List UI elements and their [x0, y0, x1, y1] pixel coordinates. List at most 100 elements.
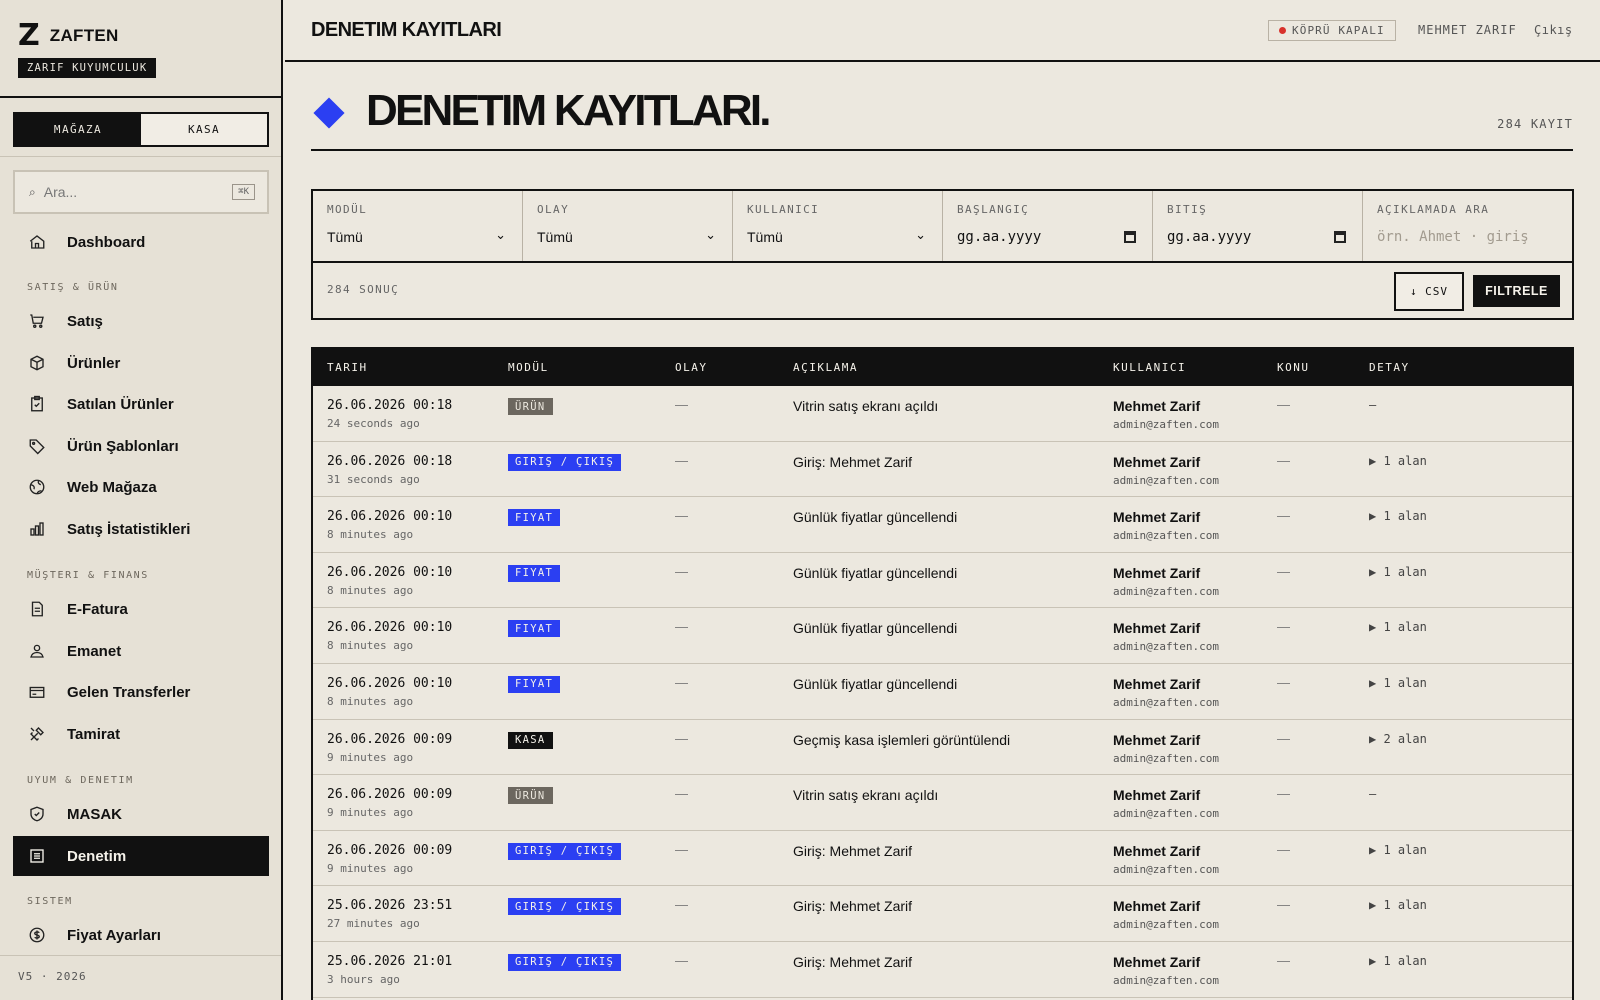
row-relative-time: 9 minutes ago: [327, 806, 414, 820]
column-header-description[interactable]: AÇIKLAMA: [793, 361, 858, 374]
user-filter[interactable]: KULLANICI Tümü ⌄: [733, 191, 943, 261]
row-user-name: Mehmet Zarif: [1113, 509, 1201, 526]
module-badge: FIYAT: [508, 509, 561, 527]
row-description: Günlük fiyatlar güncellendi: [793, 509, 958, 526]
search-input[interactable]: Ara...: [44, 184, 232, 200]
table-row[interactable]: 26.06.2026 00:18 24 seconds ago ÜRÜN — Vitri…: [313, 386, 1572, 442]
globe-icon: [27, 477, 47, 497]
sidebar: Z ZAFTEN ZARIF KUYUMCULUK MAĞAZA KASA ⌕ …: [0, 0, 283, 1000]
column-header-subject[interactable]: KONU: [1277, 361, 1310, 374]
sidebar-item-consignment[interactable]: Emanet: [13, 631, 269, 671]
diamond-icon: [313, 97, 345, 129]
module-filter[interactable]: MODÜL Tümü ⌄: [313, 191, 523, 261]
sidebar-item-e-invoice[interactable]: E-Fatura: [13, 589, 269, 629]
table-row[interactable]: 26.06.2026 00:10 8 minutes ago FIYAT — Günlü…: [313, 553, 1572, 609]
module-badge: GIRIŞ / ÇIKIŞ: [508, 842, 622, 860]
module-badge: GIRIŞ / ÇIKIŞ: [508, 953, 622, 971]
calendar-icon[interactable]: [1124, 231, 1136, 243]
column-header-module[interactable]: MODÜL: [508, 361, 549, 374]
start-date-input[interactable]: gg.aa.yyyy: [957, 229, 1041, 245]
calendar-icon[interactable]: [1334, 231, 1346, 243]
logout-link[interactable]: Çıkış: [1534, 23, 1573, 37]
sidebar-item-web-store[interactable]: Web Mağaza: [13, 467, 269, 507]
column-header-user[interactable]: KULLANICI: [1113, 361, 1186, 374]
row-detail-toggle[interactable]: ▶ 2 alan: [1369, 732, 1427, 746]
segment-cash[interactable]: KASA: [141, 114, 267, 145]
shortcut-hint: ⌘K: [232, 184, 255, 200]
current-user[interactable]: MEHMET ZARIF: [1418, 23, 1517, 37]
column-header-event[interactable]: OLAY: [675, 361, 708, 374]
brand-logo[interactable]: Z: [18, 21, 40, 51]
row-event: —: [675, 508, 688, 524]
row-detail-toggle[interactable]: ▶ 1 alan: [1369, 843, 1427, 857]
table-row[interactable]: 26.06.2026 00:09 9 minutes ago ÜRÜN — Vitrin…: [313, 775, 1572, 831]
tools-icon: [27, 724, 47, 744]
row-detail-toggle[interactable]: ▶ 1 alan: [1369, 565, 1427, 579]
table-row[interactable]: 26.06.2026 00:10 8 minutes ago FIYAT — Günlü…: [313, 608, 1572, 664]
row-detail-toggle[interactable]: ▶ 1 alan: [1369, 620, 1427, 634]
end-date-filter[interactable]: BITIŞ gg.aa.yyyy: [1153, 191, 1363, 261]
search-box[interactable]: ⌕ Ara... ⌘K: [13, 170, 269, 214]
row-date: 26.06.2026 00:18: [327, 398, 453, 413]
row-user-email: admin@zaften.com: [1113, 529, 1219, 543]
sidebar-item-dashboard[interactable]: Dashboard: [13, 222, 269, 262]
row-detail-toggle[interactable]: ▶ 1 alan: [1369, 676, 1427, 690]
row-event: —: [675, 452, 688, 468]
column-header-date[interactable]: TARIH: [327, 361, 368, 374]
row-user-name: Mehmet Zarif: [1113, 787, 1201, 804]
clipboard-check-icon: [27, 394, 47, 414]
table-body: 26.06.2026 00:18 24 seconds ago ÜRÜN — Vitri…: [313, 386, 1572, 998]
row-event: —: [675, 563, 688, 579]
filter-button[interactable]: FILTRELE: [1473, 275, 1560, 307]
sidebar-item-product-templates[interactable]: Ürün Şablonları: [13, 426, 269, 466]
table-row[interactable]: 26.06.2026 00:18 31 seconds ago GIRIŞ / ÇI…: [313, 442, 1572, 498]
table-row[interactable]: 26.06.2026 00:10 8 minutes ago FIYAT — Günlü…: [313, 664, 1572, 720]
row-description: Günlük fiyatlar güncellendi: [793, 564, 958, 581]
row-relative-time: 31 seconds ago: [327, 472, 420, 486]
section-customer-finance: MÜŞTERI & FINANS: [27, 570, 149, 581]
row-detail-toggle[interactable]: ▶ 1 alan: [1369, 509, 1427, 523]
row-subject: —: [1277, 897, 1290, 913]
table-row[interactable]: 25.06.2026 23:51 27 minutes ago GIRIŞ / ÇI…: [313, 886, 1572, 942]
row-user-name: Mehmet Zarif: [1113, 620, 1201, 637]
row-detail-toggle[interactable]: ▶ 1 alan: [1369, 454, 1427, 468]
row-event: —: [675, 786, 688, 802]
table-row[interactable]: 26.06.2026 00:09 9 minutes ago GIRIŞ / ÇIK…: [313, 831, 1572, 887]
module-select[interactable]: Tümü: [327, 229, 363, 245]
sidebar-item-repair[interactable]: Tamirat: [13, 714, 269, 754]
row-detail-toggle[interactable]: ▶ 1 alan: [1369, 898, 1427, 912]
sidebar-item-masak[interactable]: MASAK: [13, 794, 269, 834]
row-relative-time: 27 minutes ago: [327, 917, 420, 931]
bridge-status-badge[interactable]: KÖPRÜ KAPALI: [1268, 20, 1396, 41]
sidebar-item-label: Satılan Ürünler: [67, 395, 174, 413]
sidebar-item-sales-stats[interactable]: Satış İstatistikleri: [13, 509, 269, 549]
sidebar-item-products[interactable]: Ürünler: [13, 343, 269, 383]
table-row[interactable]: 25.06.2026 21:01 3 hours ago GIRIŞ / ÇIKIŞ…: [313, 942, 1572, 998]
description-search[interactable]: AÇIKLAMADA ARA örn. Ahmet · giriş: [1363, 191, 1572, 261]
sidebar-item-audit[interactable]: Denetim: [13, 836, 269, 876]
end-date-input[interactable]: gg.aa.yyyy: [1167, 229, 1251, 245]
sidebar-item-incoming-transfers[interactable]: Gelen Transferler: [13, 672, 269, 712]
sidebar-item-sales[interactable]: Satış: [13, 301, 269, 341]
row-description: Geçmiş kasa işlemleri görüntülendi: [793, 731, 1011, 748]
brand-name[interactable]: ZAFTEN: [50, 26, 119, 46]
row-user-name: Mehmet Zarif: [1113, 398, 1201, 414]
column-header-detail[interactable]: DETAY: [1369, 361, 1410, 374]
sidebar-item-price-settings[interactable]: Fiyat Ayarları: [13, 915, 269, 955]
row-relative-time: 24 seconds ago: [327, 417, 420, 430]
description-search-input[interactable]: örn. Ahmet · giriş: [1377, 229, 1529, 245]
sidebar-item-label: Tamirat: [67, 725, 121, 743]
user-select[interactable]: Tümü: [747, 229, 783, 245]
row-detail-toggle[interactable]: ▶ 1 alan: [1369, 954, 1427, 968]
segment-store[interactable]: MAĞAZA: [15, 114, 141, 145]
event-select[interactable]: Tümü: [537, 229, 573, 245]
sidebar-item-sold-products[interactable]: Satılan Ürünler: [13, 384, 269, 424]
module-badge: GIRIŞ / ÇIKIŞ: [508, 898, 622, 916]
row-description: Giriş: Mehmet Zarif: [793, 842, 913, 859]
start-date-filter[interactable]: BAŞLANGIÇ gg.aa.yyyy: [943, 191, 1153, 261]
event-filter[interactable]: OLAY Tümü ⌄: [523, 191, 733, 261]
table-row[interactable]: 26.06.2026 00:10 8 minutes ago FIYAT — Günlü…: [313, 497, 1572, 553]
csv-export-button[interactable]: ↓ CSV: [1394, 272, 1464, 311]
table-row[interactable]: 26.06.2026 00:09 9 minutes ago KASA — Geçmiş…: [313, 720, 1572, 776]
sidebar-item-label: E-Fatura: [67, 600, 128, 618]
